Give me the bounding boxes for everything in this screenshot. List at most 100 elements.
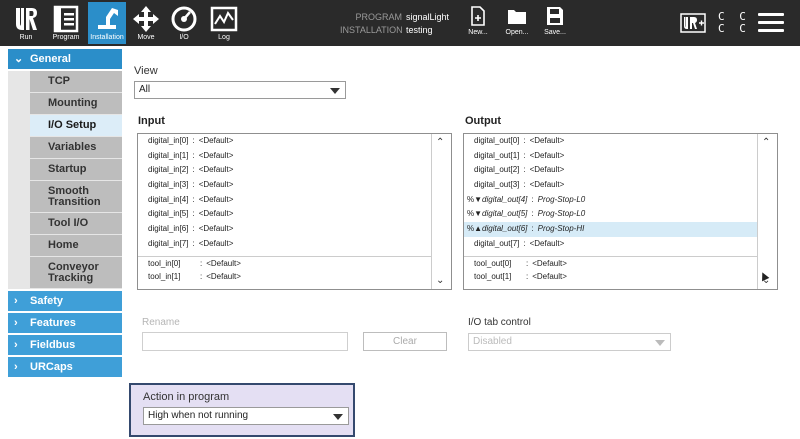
new-label: New... [468,29,488,36]
signal-value: <Default> [198,136,234,145]
new-file-button[interactable]: New... [458,6,498,36]
list-item[interactable]: digital_out[1]: <Default> [464,149,777,164]
signal-value: Prog-Stop-L0 [537,209,586,219]
signal-prefix: %▼ [467,194,483,204]
sidebar-category-label: Fieldbus [30,339,76,351]
clear-button[interactable]: Clear [363,332,447,351]
signal-value: <Default> [206,258,241,268]
scroll-down-icon[interactable]: ⌄ [436,275,444,286]
sidebar-item-smooth-transition[interactable]: Smooth Transition [30,181,122,213]
move-tab[interactable]: Move [130,2,162,44]
signal-name: digital_out[5] [482,209,528,219]
list-item[interactable]: digital_in[1]: <Default> [138,149,451,164]
signal-name: tool_out[0] [474,258,512,268]
list-item[interactable]: digital_in[3]: <Default> [138,178,451,193]
signal-separator: : [192,180,195,190]
list-item[interactable]: digital_in[5]: <Default> [138,207,451,222]
list-item[interactable]: tool_in[0]: <Default> [138,255,451,271]
dropdown-arrow-icon [333,414,343,420]
signal-name: digital_in[5] [148,209,189,219]
list-item[interactable]: digital_out[2]: <Default> [464,163,777,178]
list-item[interactable]: digital_in[4]: <Default> [138,193,451,208]
program-key: PROGRAM [355,12,402,22]
list-item[interactable]: digital_in[0]: <Default> [138,134,451,149]
list-item[interactable]: digital_in[7]: <Default> [138,237,451,252]
sidebar-category-fieldbus[interactable]: › Fieldbus [8,335,122,355]
list-item[interactable]: tool_out[1]: <Default> [464,270,777,285]
sidebar-item-startup[interactable]: Startup [30,159,122,181]
io-tab-control-dropdown[interactable]: Disabled [468,333,671,351]
sidebar-item-variables[interactable]: Variables [30,137,122,159]
io-gauge-icon [171,6,197,32]
list-item[interactable]: digital_out[7]: <Default> [464,237,777,252]
input-scrollbar[interactable]: ⌃ ⌄ [431,134,451,289]
list-item[interactable]: digital_out[3]: <Default> [464,178,777,193]
log-chart-icon [210,6,238,32]
scroll-up-icon[interactable]: ⌃ [436,137,444,148]
view-dropdown[interactable]: All [134,81,346,99]
list-item[interactable]: tool_in[1]: <Default> [138,270,451,285]
action-in-program-dropdown[interactable]: High when not running [143,407,349,425]
sidebar-item-mounting[interactable]: Mounting [30,93,122,115]
io-tab[interactable]: I/O [168,2,200,44]
list-item[interactable]: %▼digital_out[5]: Prog-Stop-L0 [464,207,777,222]
cc-indicator[interactable]: C C C C [718,11,750,35]
rename-label: Rename [142,317,180,328]
chevron-right-icon: › [14,295,18,307]
io-tab-control-selected: Disabled [473,336,512,347]
view-label: View [134,65,158,77]
save-disk-icon [547,7,563,25]
hamburger-menu-icon[interactable] [758,13,784,33]
list-item[interactable]: digital_out[0]: <Default> [464,134,777,149]
signal-separator: : [200,272,203,282]
sidebar-item-tool-io[interactable]: Tool I/O [30,213,122,235]
output-list[interactable]: digital_out[0]: <Default> digital_out[1]: <… [463,133,778,290]
input-rows: digital_in[0]: <Default> digital_in[1]: <De… [138,134,451,285]
save-label: Save... [544,29,566,36]
sidebar-item-tcp[interactable]: TCP [30,71,122,93]
list-item[interactable]: digital_in[2]: <Default> [138,163,451,178]
signal-name: tool_out[1] [474,272,512,282]
signal-value: Prog-Stop-HI [537,224,585,234]
log-tab[interactable]: Log [208,2,240,44]
rename-input[interactable] [142,332,348,351]
dropdown-arrow-icon [655,340,665,346]
sidebar-category-safety[interactable]: › Safety [8,291,122,311]
open-file-button[interactable]: Open... [497,6,537,36]
dropdown-arrow-icon [330,88,340,94]
sidebar-category-general[interactable]: ⌄ General [8,49,122,69]
signal-name: digital_out[1] [474,150,520,160]
signal-separator: : [531,224,534,234]
run-tab[interactable]: Run [8,2,44,44]
action-in-program-box: Action in program High when not running [129,383,355,437]
signal-separator: : [531,194,534,204]
list-item[interactable]: %▼digital_out[4]: Prog-Stop-L0 [464,193,777,208]
list-item[interactable]: tool_out[0]: <Default> [464,255,777,271]
program-icon [53,5,79,33]
sidebar-category-features[interactable]: › Features [8,313,122,333]
chevron-right-icon: › [14,317,18,329]
sidebar-item-conveyor-tracking[interactable]: Conveyor Tracking [30,257,122,289]
signal-separator: : [192,165,195,175]
list-item[interactable]: digital_in[6]: <Default> [138,222,451,237]
cc-line-2: C C [718,22,750,35]
program-tab[interactable]: Program [46,2,86,44]
signal-value: <Default> [529,150,565,160]
input-list[interactable]: digital_in[0]: <Default> digital_in[1]: <De… [137,133,452,290]
signal-separator: : [192,136,195,145]
chevron-right-icon: › [14,361,18,373]
signal-separator: : [192,194,195,204]
save-file-button[interactable]: Save... [535,6,575,36]
signal-separator: : [192,238,195,248]
installation-tab[interactable]: Installation [88,2,126,44]
sidebar-category-label: Safety [30,295,64,307]
installation-name: testing [406,25,433,35]
scroll-up-icon[interactable]: ⌃ [762,137,770,148]
log-label: Log [218,34,230,41]
sidebar-item-io-setup[interactable]: I/O Setup [30,115,122,137]
sidebar-item-home[interactable]: Home [30,235,122,257]
ur-plus-icon[interactable] [680,13,706,33]
output-scrollbar[interactable]: ⌃ ⌄ [757,134,777,289]
sidebar-category-urcaps[interactable]: › URCaps [8,357,122,377]
list-item[interactable]: %▲digital_out[6]: Prog-Stop-HI [464,222,777,237]
